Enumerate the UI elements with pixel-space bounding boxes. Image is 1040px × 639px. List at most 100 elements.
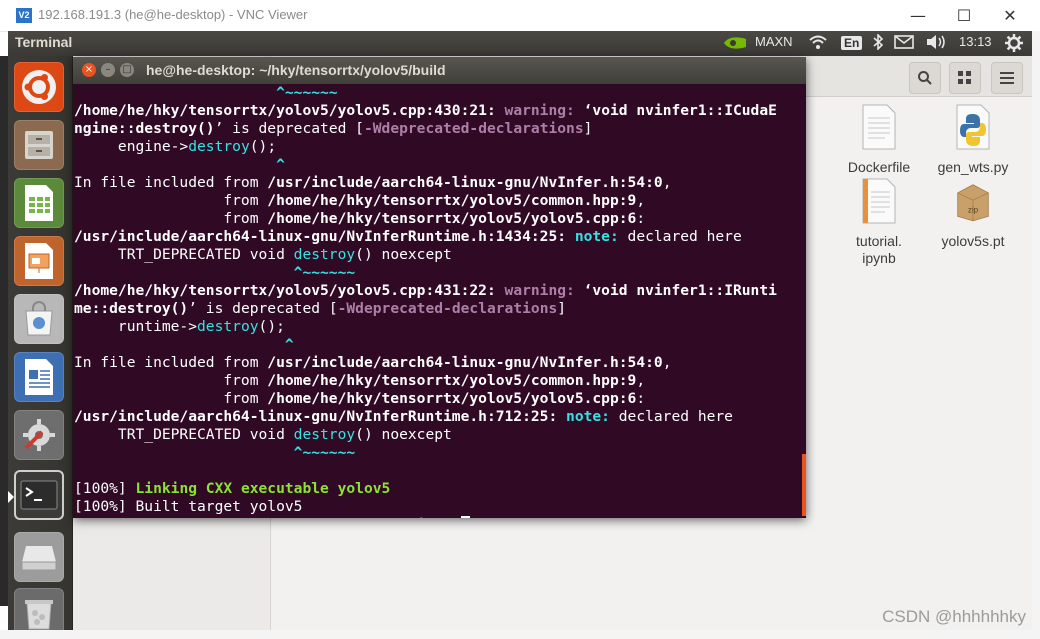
- launcher-item-files[interactable]: [14, 120, 64, 170]
- terminal-text-segment: TRT_DEPRECATED void: [74, 426, 294, 443]
- terminal-text-segment: declared here: [627, 228, 742, 245]
- terminal-text-segment: declared here: [618, 408, 733, 425]
- launcher-item-ubuntu-dash[interactable]: [14, 62, 64, 112]
- terminal-line: me::destroy()’ is deprecated [-Wdeprecat…: [74, 300, 802, 318]
- terminal-line: engine->destroy();: [74, 138, 802, 156]
- watermark: CSDN @hhhhhhky: [882, 607, 1026, 626]
- text-cursor: [460, 516, 470, 518]
- svg-text:zip: zip: [968, 206, 979, 215]
- terminal-text-segment: destroy: [293, 426, 356, 443]
- gear-icon[interactable]: [1005, 34, 1023, 55]
- file-tutorial-ipynb[interactable]: tutorial. ipynb: [834, 178, 924, 267]
- menu-icon[interactable]: [991, 62, 1023, 94]
- launcher-item-calc[interactable]: [14, 178, 64, 228]
- file-label: Dockerfile: [847, 159, 911, 175]
- terminal-prompt[interactable]: he@he-desktop:~/hky/tensorrtx/yolov5/bui…: [74, 516, 802, 518]
- launcher-item-impress[interactable]: [14, 236, 64, 286]
- maximize-button[interactable]: ☐: [941, 0, 987, 31]
- text-file-icon: [862, 104, 896, 150]
- presentation-icon: [25, 243, 53, 279]
- launcher-item-terminal[interactable]: [14, 470, 64, 520]
- nvidia-icon[interactable]: [722, 35, 748, 54]
- window-border-right: [1032, 31, 1040, 630]
- terminal-text-segment: -Wdeprecated-declarations: [337, 300, 558, 317]
- file-dockerfile[interactable]: Dockerfile: [834, 104, 924, 175]
- launcher-item-software[interactable]: [14, 294, 64, 344]
- bluetooth-icon[interactable]: [872, 33, 884, 53]
- terminal-scrollbar[interactable]: [802, 454, 806, 516]
- clock[interactable]: 13:13: [959, 34, 992, 49]
- mail-icon[interactable]: [894, 34, 914, 53]
- terminal-window[interactable]: × – □ he@he-desktop: ~/hky/tensorrtx/yol…: [73, 57, 806, 518]
- terminal-text-segment: () noexcept: [355, 246, 452, 263]
- terminal-text-segment: [100%] Built target yolov5: [74, 498, 303, 515]
- terminal-text-segment: warning:: [504, 282, 584, 299]
- spreadsheet-icon: [25, 185, 53, 221]
- launcher-item-writer[interactable]: [14, 352, 64, 402]
- prompt-dollar: $: [443, 516, 461, 518]
- terminal-line: ^~~~~~~: [74, 264, 802, 282]
- keyboard-layout-label: En: [841, 36, 863, 50]
- launcher-item-settings[interactable]: [14, 410, 64, 460]
- close-button[interactable]: ✕: [987, 0, 1033, 31]
- search-icon[interactable]: [909, 62, 941, 94]
- file-gen-wts-py[interactable]: gen_wts.py: [928, 104, 1018, 175]
- file-label: yolov5s.pt: [941, 233, 1005, 249]
- terminal-text-segment: /home/he/hky/tensorrtx/yolov5/yolov5.cpp…: [74, 102, 505, 119]
- terminal-text-segment: /home/he/hky/tensorrtx/yolov5/common.hpp…: [267, 372, 637, 389]
- terminal-text-segment: Linking CXX executable yolov5: [135, 480, 391, 497]
- keyboard-layout-indicator[interactable]: En: [841, 35, 863, 50]
- power-mode-label[interactable]: MAXN: [755, 34, 793, 49]
- volume-icon[interactable]: [925, 34, 947, 53]
- terminal-text-segment: /home/he/hky/tensorrtx/yolov5/yolov5.cpp…: [267, 210, 637, 227]
- terminal-text-segment: /usr/include/aarch64-linux-gnu/NvInferRu…: [74, 228, 575, 245]
- terminal-minimize-button[interactable]: –: [101, 63, 115, 77]
- prompt-separator: :: [188, 516, 197, 518]
- terminal-line: /usr/include/aarch64-linux-gnu/NvInferRu…: [74, 408, 802, 426]
- terminal-text-segment: ^~~~~~~: [276, 84, 338, 101]
- python-icon: [956, 104, 990, 150]
- terminal-text-segment: runtime->: [74, 318, 198, 335]
- window-title: 192.168.191.3 (he@he-desktop) - VNC View…: [38, 7, 308, 22]
- terminal-text-segment: ]: [583, 120, 593, 137]
- prompt-user: he@he-desktop: [74, 516, 188, 518]
- terminal-text-segment: from: [74, 210, 268, 227]
- terminal-line: /home/he/hky/tensorrtx/yolov5/yolov5.cpp…: [74, 102, 802, 120]
- terminal-text-segment: destroy: [293, 246, 356, 263]
- launcher-item-disk[interactable]: [14, 532, 64, 582]
- terminal-text-segment: warning:: [504, 102, 584, 119]
- terminal-text-segment: ,: [636, 372, 646, 389]
- terminal-line: runtime->destroy();: [74, 318, 802, 336]
- file-yolov5s-pt[interactable]: zip yolov5s.pt: [928, 178, 1018, 249]
- minimize-button[interactable]: —: [895, 0, 941, 31]
- terminal-line: [100%] Linking CXX executable yolov5: [74, 480, 802, 498]
- terminal-text-segment: ]: [557, 300, 567, 317]
- terminal-text-segment: note:: [566, 408, 619, 425]
- terminal-text-segment: ^~~~~~~: [293, 264, 356, 281]
- grid-view-icon[interactable]: [949, 62, 981, 94]
- terminal-close-button[interactable]: ×: [82, 63, 96, 77]
- vnc-window-titlebar[interactable]: V2 192.168.191.3 (he@he-desktop) - VNC V…: [0, 0, 1040, 32]
- terminal-line: /home/he/hky/tensorrtx/yolov5/yolov5.cpp…: [74, 282, 802, 300]
- terminal-text-segment: engine->: [74, 138, 189, 155]
- terminal-text-segment: [100%]: [74, 480, 136, 497]
- terminal-line: In file included from /usr/include/aarch…: [74, 174, 802, 192]
- prompt-path: ~/hky/tensorrtx/yolov5/build: [197, 516, 443, 518]
- terminal-line: In file included from /usr/include/aarch…: [74, 354, 802, 372]
- shopping-bag-icon: [25, 301, 53, 336]
- terminal-text-segment: () noexcept: [355, 426, 452, 443]
- terminal-text-segment: destroy: [197, 318, 259, 335]
- terminal-text-segment: ,: [662, 174, 672, 191]
- terminal-text-segment: ’ is deprecated [: [214, 120, 364, 137]
- wifi-icon[interactable]: [808, 34, 828, 53]
- terminal-maximize-button[interactable]: □: [120, 63, 134, 77]
- terminal-titlebar[interactable]: × – □ he@he-desktop: ~/hky/tensorrtx/yol…: [73, 57, 806, 84]
- terminal-text-segment: In file included from: [74, 174, 268, 191]
- terminal-text-segment: In file included from: [74, 354, 268, 371]
- terminal-output[interactable]: ^~~~~~~/home/he/hky/tensorrtx/yolov5/yol…: [74, 84, 802, 518]
- terminal-text-segment: ();: [258, 318, 285, 335]
- terminal-text-segment: ();: [249, 138, 277, 155]
